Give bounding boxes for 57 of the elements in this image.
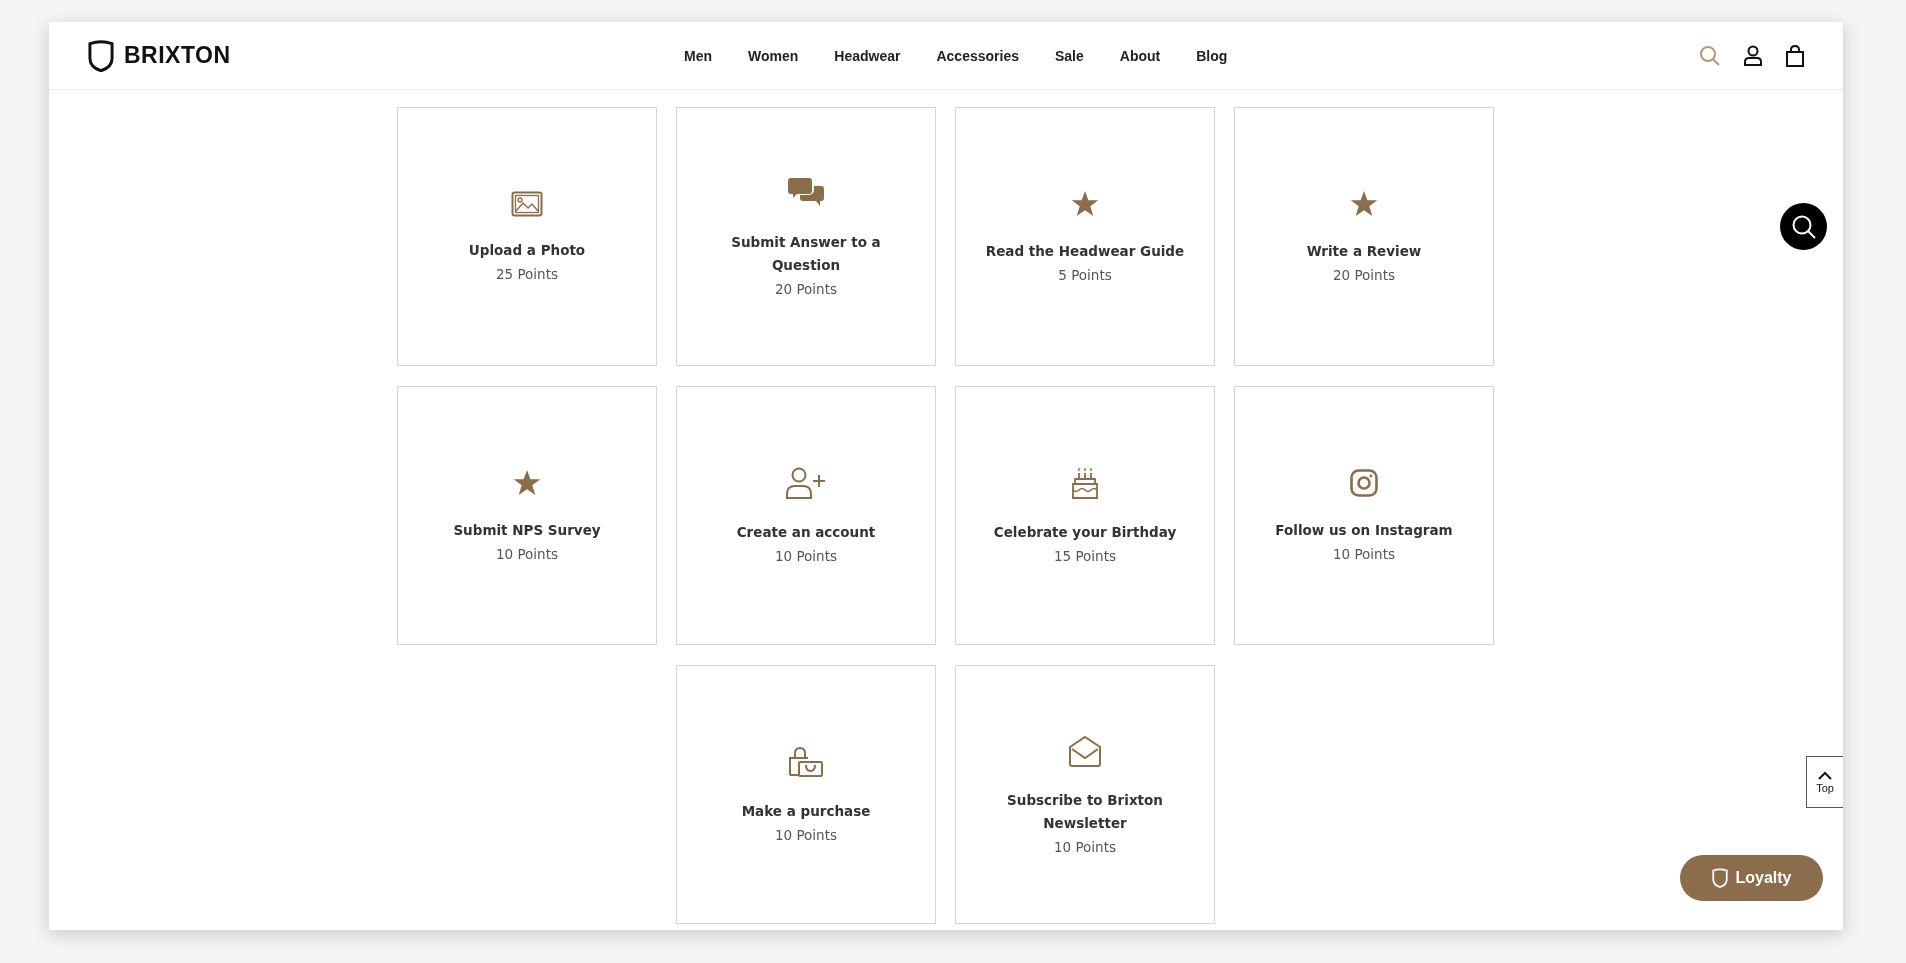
image-icon <box>511 191 543 217</box>
reward-card[interactable]: Read the Headwear Guide 5 Points <box>955 107 1215 366</box>
reward-card[interactable]: Subscribe to Brixton Newsletter 10 Points <box>955 665 1215 924</box>
shopping-bags-icon <box>788 746 824 778</box>
reward-card[interactable]: Write a Review 20 Points <box>1234 107 1494 366</box>
reward-title: Follow us on Instagram <box>1274 521 1454 540</box>
points-value: 25 Points <box>496 266 558 282</box>
points-value: 10 Points <box>1054 838 1116 855</box>
points-value: 20 Points <box>1333 266 1395 283</box>
points-value: 10 Points <box>775 827 837 843</box>
nav-link[interactable]: Blog <box>1178 39 1246 72</box>
points-value: 10 Points <box>496 545 558 562</box>
search-button[interactable] <box>1780 203 1827 250</box>
shopping-bag-icon[interactable] <box>1785 44 1805 67</box>
reward-card[interactable]: Make a purchase 10 Points <box>676 665 936 924</box>
star-icon <box>1071 190 1099 218</box>
reward-title: Submit NPS Survey <box>452 520 602 540</box>
reward-title: Subscribe to Brixton Newsletter <box>1006 790 1164 833</box>
shield-icon <box>1711 868 1730 888</box>
chevron-up-icon <box>1818 770 1832 780</box>
reward-card[interactable]: Create an account 10 Points <box>676 386 936 645</box>
reward-title: Submit Answer to a Question <box>730 232 882 275</box>
envelope-icon <box>1068 734 1102 767</box>
camera-icon <box>1350 469 1378 497</box>
reward-title: Write a Review <box>1305 241 1423 261</box>
star-icon <box>1350 190 1378 218</box>
reward-title: Celebrate your Birthday <box>992 523 1178 542</box>
reward-title: Create an account <box>735 523 877 542</box>
search-icon <box>1790 213 1817 240</box>
nav-link[interactable]: Headwear <box>816 39 919 72</box>
reward-card[interactable]: Submit Answer to a Question 20 Points <box>676 107 936 366</box>
points-value: 15 Points <box>1054 548 1116 564</box>
nav-link[interactable]: About <box>1101 39 1179 72</box>
nav-link[interactable]: Sale <box>1037 39 1102 72</box>
points-value: 10 Points <box>1333 546 1395 562</box>
reward-card[interactable]: Follow us on Instagram 10 Points <box>1234 386 1494 645</box>
search-icon[interactable] <box>1699 44 1721 67</box>
points-value: 10 Points <box>775 548 837 564</box>
loyalty-button[interactable]: Loyalty <box>1680 855 1823 901</box>
star-icon <box>513 469 541 497</box>
brand-name[interactable]: BRIXTON <box>124 42 231 69</box>
account-icon[interactable] <box>1743 44 1763 67</box>
back-to-top-button[interactable]: Top <box>1806 756 1843 808</box>
reward-title: Read the Headwear Guide <box>984 241 1186 261</box>
reward-title: Make a purchase <box>740 802 872 821</box>
nav-link[interactable]: Men <box>666 39 730 72</box>
shield-logo-icon[interactable] <box>86 39 116 72</box>
birthday-cake-icon <box>1070 467 1100 499</box>
reward-card[interactable]: Celebrate your Birthday 15 Points <box>955 386 1215 645</box>
points-value: 5 Points <box>1058 266 1112 283</box>
nav-link[interactable]: Women <box>730 39 817 72</box>
reward-card[interactable]: Submit NPS Survey 10 Points <box>397 386 657 645</box>
add-user-icon <box>786 467 826 499</box>
reward-title: Upload a Photo <box>467 241 587 260</box>
points-value: 20 Points <box>775 280 837 297</box>
reward-card[interactable]: Upload a Photo 25 Points <box>397 107 657 366</box>
nav-link[interactable]: Accessories <box>918 39 1037 72</box>
